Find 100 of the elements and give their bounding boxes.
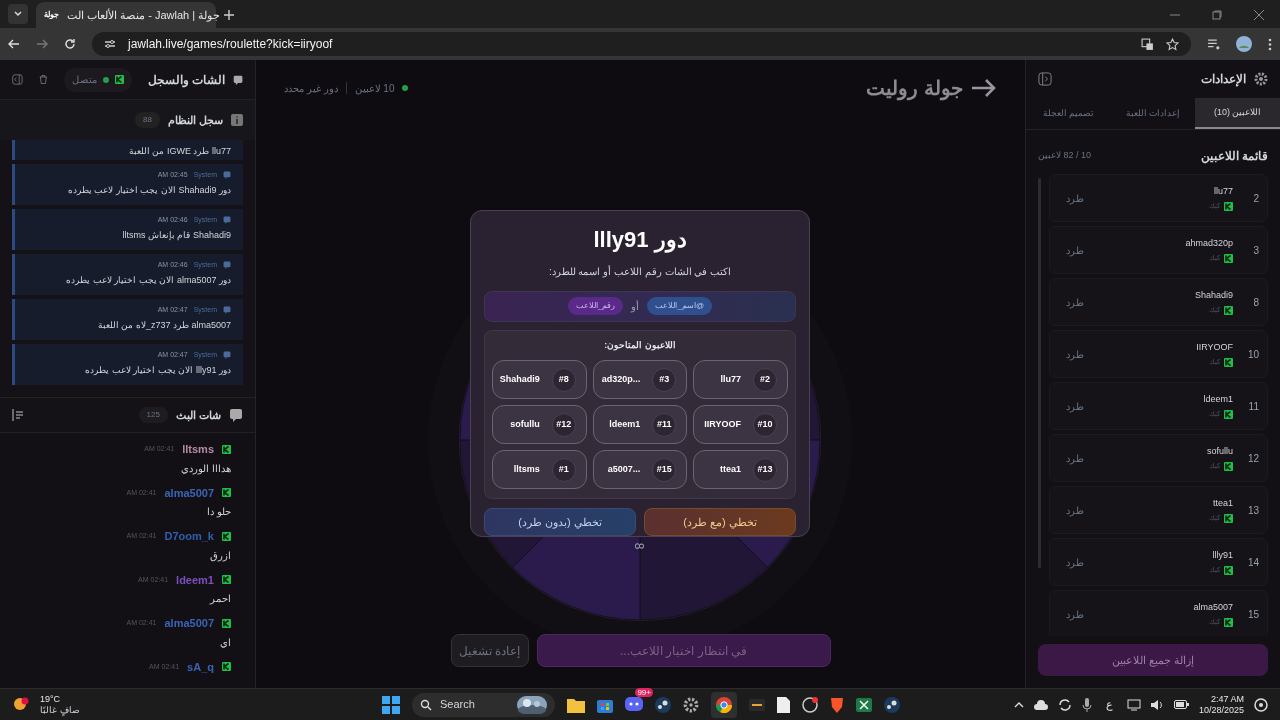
player-card[interactable]: a5007... #15 <box>592 450 688 489</box>
clear-players-button[interactable]: إزالة جميع اللاعبين <box>1038 644 1268 676</box>
kick-button[interactable]: طرد <box>1058 294 1092 310</box>
search-field[interactable]: Search <box>412 692 555 717</box>
folder-icon[interactable] <box>567 696 585 713</box>
info-icon <box>231 114 243 126</box>
platform-icon <box>1224 201 1233 211</box>
app-icon[interactable] <box>749 698 765 711</box>
platform-icon <box>1224 513 1233 523</box>
reload-icon[interactable] <box>64 38 76 50</box>
platform-icon <box>1224 461 1233 471</box>
chat-icon <box>223 216 231 225</box>
address-field[interactable]: jawlah.live/games/roulette?kick=iiryoof <box>92 32 1191 56</box>
collapse-icon[interactable] <box>1038 72 1052 86</box>
game-launcher-icon[interactable] <box>655 696 671 713</box>
language-indicator[interactable]: ع <box>1101 696 1117 713</box>
kick-button[interactable]: طرد <box>1058 398 1092 414</box>
file-icon[interactable] <box>777 696 790 713</box>
notification-icon[interactable] <box>1254 697 1268 712</box>
kick-button[interactable]: طرد <box>1058 346 1092 362</box>
chevron-up-icon[interactable] <box>1013 700 1024 709</box>
volume-icon[interactable] <box>1150 698 1164 711</box>
new-tab-icon[interactable] <box>224 10 234 20</box>
sync-icon[interactable] <box>1057 697 1072 712</box>
player-number: #2 <box>753 367 777 392</box>
panel-title: الإعدادات <box>1201 71 1246 88</box>
tab-list-button[interactable] <box>8 4 28 24</box>
game-launcher-icon[interactable] <box>884 696 900 713</box>
section-title: سجل النظام <box>167 112 223 129</box>
tab[interactable]: اللاعبين (10) <box>1195 98 1280 129</box>
player-name: Shahadi9 <box>1194 288 1233 302</box>
platform-icon <box>1224 617 1233 627</box>
settings-icon[interactable] <box>683 696 699 713</box>
player-number: 15 <box>1246 607 1259 622</box>
close-icon[interactable] <box>1254 10 1264 20</box>
section-title: قائمة اللاعبين <box>1200 148 1268 165</box>
chat-message: احمر <box>210 592 231 606</box>
player-card[interactable]: ad320p... #3 <box>592 360 688 399</box>
wheel-segment-label: 8 <box>631 542 648 550</box>
kick-button[interactable]: طرد <box>1058 554 1092 570</box>
arrow-right-icon[interactable] <box>971 78 997 98</box>
player-card[interactable]: sofullu #12 <box>492 405 587 444</box>
trash-icon[interactable] <box>38 73 48 86</box>
player-number: #13 <box>753 457 777 482</box>
player-number: #3 <box>652 367 677 392</box>
profile-icon[interactable] <box>1236 36 1252 52</box>
log-message: alma5007 طرد z737_لاه من اللعبة <box>97 318 231 332</box>
kick-button[interactable]: طرد <box>1058 242 1092 258</box>
tab[interactable]: تصميم العجلة <box>1026 98 1111 129</box>
platform-icon <box>222 444 231 454</box>
player-number: 14 <box>1246 555 1259 570</box>
log-message: llu77 طرد IGWE من اللعبة <box>128 145 231 159</box>
platform-icon <box>1224 253 1233 263</box>
search-icon <box>420 698 432 711</box>
player-card[interactable]: IIRYOOF #10 <box>693 405 788 444</box>
player-name: alma5007 <box>1193 600 1233 614</box>
modal-title: دور llly91 <box>593 226 687 255</box>
kick-button[interactable]: طرد <box>1058 190 1092 206</box>
kick-button[interactable]: طرد <box>1058 450 1092 466</box>
restart-button[interactable]: إعادة تشغيل <box>450 634 529 667</box>
kick-button[interactable]: طرد <box>1058 502 1092 518</box>
menu-icon[interactable] <box>1268 37 1272 51</box>
back-icon[interactable] <box>8 38 20 50</box>
player-name: llu77 <box>1214 184 1233 198</box>
collapse-icon[interactable] <box>12 72 23 87</box>
player-name: Shahadi9 <box>499 372 540 386</box>
skip-button[interactable]: تخطي (بدون طرد) <box>484 508 636 536</box>
player-number: 10 <box>1246 347 1259 362</box>
player-card[interactable]: Shahadi9 #8 <box>492 360 587 399</box>
browser-icon[interactable] <box>711 691 737 718</box>
player-number: #1 <box>551 457 576 482</box>
player-card[interactable]: lltsms #1 <box>492 450 587 489</box>
forward-icon[interactable] <box>36 38 48 50</box>
notification-badge: 99+ <box>635 687 653 697</box>
app-icon[interactable] <box>802 696 818 713</box>
star-icon[interactable] <box>1166 37 1179 51</box>
player-name: ahmad320p <box>1185 236 1233 250</box>
microphone-icon[interactable] <box>1081 697 1092 712</box>
media-icon[interactable] <box>1207 37 1220 51</box>
kick-button[interactable]: طرد <box>1058 606 1092 622</box>
player-name: sofullu <box>1207 444 1233 458</box>
player-card[interactable]: ttea1 #13 <box>693 450 788 489</box>
list-icon[interactable] <box>12 409 24 421</box>
restore-icon[interactable] <box>1212 10 1222 20</box>
skip-button[interactable]: تخطي (مع طرد) <box>644 508 796 536</box>
player-name: llly91 <box>1212 548 1233 562</box>
site-settings-icon[interactable] <box>104 38 116 50</box>
battery-icon[interactable] <box>1173 700 1189 709</box>
start-icon[interactable] <box>382 695 400 714</box>
chat-icon <box>223 306 231 315</box>
chat-app-icon[interactable] <box>625 696 643 713</box>
chat-icon <box>223 261 231 270</box>
count-badge: 88 <box>135 112 160 128</box>
player-name: ad320p... <box>601 372 641 386</box>
cloud-icon[interactable] <box>1033 699 1048 710</box>
player-card[interactable]: ldeem1 #11 <box>592 405 688 444</box>
player-card[interactable]: llu77 #2 <box>693 360 788 399</box>
tab[interactable]: إعدادات اللعبة <box>1110 98 1196 129</box>
spreadsheet-icon[interactable] <box>856 697 872 712</box>
status-text: متصل <box>71 73 97 87</box>
